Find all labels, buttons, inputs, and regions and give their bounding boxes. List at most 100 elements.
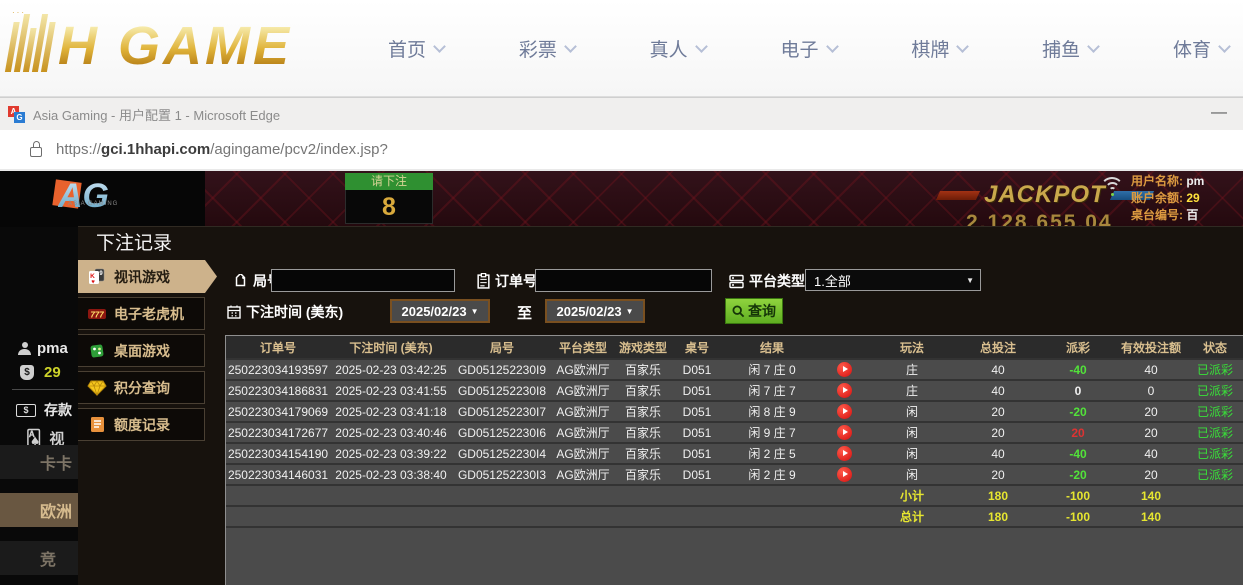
cell-time: 2025-02-23 03:40:46 bbox=[330, 422, 452, 443]
total-cell-5 bbox=[672, 506, 722, 527]
site-header: ··· H GAME 首页彩票真人电子棋牌捕鱼体育 bbox=[0, 0, 1243, 97]
platform-icon bbox=[729, 274, 744, 289]
balance-label: 账户余额: bbox=[1131, 191, 1183, 205]
cell-status: 已派彩 bbox=[1184, 359, 1243, 380]
nav-item-label: 电子 bbox=[780, 35, 818, 62]
cell-status: 已派彩 bbox=[1184, 380, 1243, 401]
cell-valid: 0 bbox=[1118, 380, 1184, 401]
table-row: 2502230341790692025-02-23 03:41:18GD0512… bbox=[226, 401, 1243, 422]
cell-game: 百家乐 bbox=[614, 443, 672, 464]
cell-game: 百家乐 bbox=[614, 380, 672, 401]
nav-item-4[interactable]: 棋牌 bbox=[911, 35, 967, 62]
cell-bet: 20 bbox=[958, 422, 1038, 443]
menu-item-4[interactable]: 额度记录 bbox=[78, 408, 205, 441]
menu-item-0[interactable]: 9K♥视讯游戏 bbox=[78, 260, 217, 293]
cell-time: 2025-02-23 03:41:55 bbox=[330, 380, 452, 401]
calendar-icon bbox=[227, 305, 241, 319]
cell-result: 闲 9 庄 7 bbox=[722, 422, 822, 443]
lock-icon bbox=[30, 147, 42, 157]
cell-time: 2025-02-23 03:38:40 bbox=[330, 464, 452, 485]
order-input[interactable] bbox=[535, 269, 712, 292]
column-header-8: 玩法 bbox=[866, 336, 958, 359]
nav-item-5[interactable]: 捕鱼 bbox=[1042, 35, 1098, 62]
menu-item-1[interactable]: 777电子老虎机 bbox=[78, 297, 205, 330]
cell-play bbox=[822, 401, 866, 422]
cell-result: 闲 7 庄 0 bbox=[722, 359, 822, 380]
total-cell-11: 140 bbox=[1118, 506, 1184, 527]
chevron-down-icon bbox=[695, 40, 708, 53]
subtotal-cell-5 bbox=[672, 485, 722, 506]
nav-item-label: 体育 bbox=[1173, 35, 1211, 62]
cell-game: 百家乐 bbox=[614, 464, 672, 485]
menu-item-2[interactable]: 桌面游戏 bbox=[78, 334, 205, 367]
nav-item-3[interactable]: 电子 bbox=[780, 35, 836, 62]
cell-bet: 20 bbox=[958, 401, 1038, 422]
cell-valid: 20 bbox=[1118, 422, 1184, 443]
nav-item-0[interactable]: 首页 bbox=[388, 35, 444, 62]
nav-item-2[interactable]: 真人 bbox=[650, 35, 706, 62]
total-cell-3 bbox=[552, 506, 614, 527]
cell-play: 闲 bbox=[866, 401, 958, 422]
filler-row bbox=[226, 527, 1243, 569]
cell-result: 闲 7 庄 7 bbox=[722, 380, 822, 401]
url-text[interactable]: https://gci.1hhapi.com/agingame/pcv2/ind… bbox=[56, 141, 388, 158]
cell-payout: 0 bbox=[1038, 380, 1118, 401]
cell-payout: -20 bbox=[1038, 401, 1118, 422]
user-info-panel: 用户名称: pm 账户余额: 29 桌台编号: 百 bbox=[1131, 173, 1243, 224]
table-row: 2502230341541902025-02-23 03:39:22GD0512… bbox=[226, 443, 1243, 464]
modal-title: 下注记录 bbox=[78, 227, 1243, 260]
cell-valid: 40 bbox=[1118, 443, 1184, 464]
cell-order: 250223034186831 bbox=[226, 380, 330, 401]
menu-item-label: 额度记录 bbox=[114, 415, 170, 435]
deposit-icon: $ bbox=[16, 404, 36, 417]
cell-order: 250223034154190 bbox=[226, 443, 330, 464]
dropdown-arrow-icon: ▼ bbox=[626, 307, 634, 316]
ag-logo-subtext: ASIA GAMING bbox=[68, 201, 118, 207]
total-cell-1 bbox=[330, 506, 452, 527]
query-button[interactable]: 查询 bbox=[725, 298, 783, 324]
cell-platform: AG欧洲厅 bbox=[552, 422, 614, 443]
jackpot-label: JACKPOT bbox=[984, 181, 1106, 209]
play-video-button[interactable] bbox=[837, 446, 852, 461]
minimize-button[interactable]: — bbox=[1211, 98, 1227, 131]
column-header-5: 桌号 bbox=[672, 336, 722, 359]
menu-item-label: 积分查询 bbox=[114, 378, 170, 398]
url-host: gci.1hhapi.com bbox=[101, 141, 210, 158]
play-video-button[interactable] bbox=[837, 467, 852, 482]
modal-menu: 9K♥视讯游戏777电子老虎机桌面游戏积分查询额度记录 bbox=[78, 260, 205, 445]
bet-records-modal: 下注记录 9K♥视讯游戏777电子老虎机桌面游戏积分查询额度记录 局号 订单号 … bbox=[78, 226, 1243, 585]
cell-result: 闲 2 庄 9 bbox=[722, 464, 822, 485]
platform-select[interactable]: 1.全部 ▼ bbox=[805, 269, 981, 291]
money-bag-icon: $ bbox=[20, 365, 34, 380]
nav-item-1[interactable]: 彩票 bbox=[519, 35, 575, 62]
play-video-button[interactable] bbox=[837, 362, 852, 377]
date-from-select[interactable]: 2025/02/23 ▼ bbox=[390, 299, 490, 323]
table-number-label: 桌台编号: bbox=[1131, 208, 1183, 222]
cell-bet: 40 bbox=[958, 380, 1038, 401]
cards-icon: 9K♥ bbox=[87, 267, 107, 287]
date-to-select[interactable]: 2025/02/23 ▼ bbox=[545, 299, 645, 323]
round-input[interactable] bbox=[271, 269, 455, 292]
cell-table: D051 bbox=[672, 464, 722, 485]
tag-icon bbox=[233, 274, 248, 289]
cell-table: D051 bbox=[672, 401, 722, 422]
lobby-category-label: 竞 bbox=[40, 546, 56, 570]
play-video-button[interactable] bbox=[837, 425, 852, 440]
subtotal-cell-10: -100 bbox=[1038, 485, 1118, 506]
cell-result: 闲 8 庄 9 bbox=[722, 401, 822, 422]
cell-bet: 20 bbox=[958, 464, 1038, 485]
column-header-1: 下注时间 (美东) bbox=[330, 336, 452, 359]
subtotal-cell-9: 180 bbox=[958, 485, 1038, 506]
cell-round: GD051252230I7 bbox=[452, 401, 552, 422]
lobby-username-text: pma bbox=[37, 340, 68, 357]
browser-urlbar[interactable]: https://gci.1hhapi.com/agingame/pcv2/ind… bbox=[0, 130, 1243, 169]
subtotal-cell-11: 140 bbox=[1118, 485, 1184, 506]
cell-platform: AG欧洲厅 bbox=[552, 401, 614, 422]
cell-payout: 20 bbox=[1038, 422, 1118, 443]
menu-item-3[interactable]: 积分查询 bbox=[78, 371, 205, 404]
nav-item-6[interactable]: 体育 bbox=[1173, 35, 1229, 62]
play-video-button[interactable] bbox=[837, 383, 852, 398]
play-video-button[interactable] bbox=[837, 404, 852, 419]
cell-game: 百家乐 bbox=[614, 401, 672, 422]
ag-logo: AG bbox=[58, 177, 109, 216]
